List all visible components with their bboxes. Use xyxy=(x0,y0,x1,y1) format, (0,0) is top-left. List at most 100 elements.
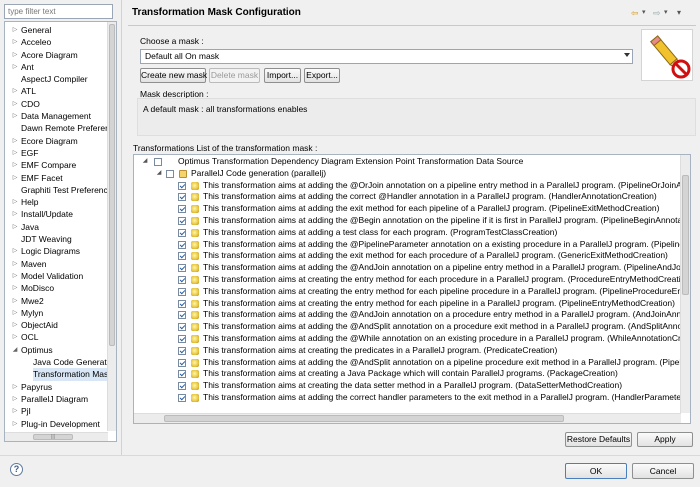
create-mask-button[interactable]: Create new mask xyxy=(140,68,207,83)
tree-item[interactable]: ▷ Help xyxy=(5,196,108,208)
transformation-checkbox[interactable] xyxy=(178,346,186,355)
list-horizontal-scroll-thumb[interactable] xyxy=(164,415,564,422)
tree-row-group[interactable]: ◢ ParallelJ Code generation (parallelj) xyxy=(134,168,681,180)
tree-item[interactable]: ◢ Optimus xyxy=(5,344,108,356)
tree-item[interactable]: ▷ EGF xyxy=(5,147,108,159)
expand-arrow-icon[interactable]: ▷ xyxy=(11,196,19,208)
ok-button[interactable]: OK xyxy=(565,463,627,479)
transformation-row[interactable]: This transformation aims at adding the e… xyxy=(134,203,681,215)
tree-item[interactable]: ▷ Ant xyxy=(5,61,108,73)
tree-item[interactable]: ▷ MoDisco xyxy=(5,282,108,294)
expand-arrow-icon[interactable]: ▷ xyxy=(11,405,19,417)
transformation-checkbox[interactable] xyxy=(178,264,186,273)
transformation-row[interactable]: This transformation aims at adding the @… xyxy=(134,215,681,227)
transformation-checkbox[interactable] xyxy=(178,358,186,367)
tree-item[interactable]: Transformation Mask xyxy=(5,368,108,381)
transformation-row[interactable]: This transformation aims at adding the c… xyxy=(134,392,681,404)
tree-item[interactable]: ▷ ObjectAid xyxy=(5,319,108,331)
transformation-row[interactable]: This transformation aims at adding the e… xyxy=(134,250,681,262)
expand-arrow-icon[interactable]: ▷ xyxy=(11,331,19,343)
transformation-checkbox[interactable] xyxy=(178,205,186,214)
view-menu-icon[interactable]: ▾ xyxy=(677,6,681,20)
expand-arrow-icon[interactable]: ▷ xyxy=(11,282,19,294)
tree-vertical-scrollbar[interactable] xyxy=(107,22,116,431)
filter-input[interactable] xyxy=(4,4,113,19)
list-vertical-scrollbar[interactable] xyxy=(680,155,690,413)
collapse-arrow-icon[interactable]: ◢ xyxy=(155,168,163,180)
transformation-checkbox[interactable] xyxy=(178,287,186,296)
transformation-row[interactable]: This transformation aims at creating the… xyxy=(134,298,681,310)
tree-item[interactable]: ▷ EMF Facet xyxy=(5,172,108,184)
transformation-checkbox[interactable] xyxy=(178,311,186,320)
transformation-row[interactable]: This transformation aims at adding the @… xyxy=(134,357,681,369)
expand-arrow-icon[interactable]: ▷ xyxy=(11,270,19,282)
transformation-checkbox[interactable] xyxy=(178,299,186,308)
expand-arrow-icon[interactable]: ▷ xyxy=(11,98,19,110)
transformation-row[interactable]: This transformation aims at adding the @… xyxy=(134,333,681,345)
tree-item[interactable]: ▷ Acceleo xyxy=(5,36,108,48)
tree-horizontal-scrollbar[interactable]: ||| xyxy=(5,432,108,441)
tree-item[interactable]: Dawn Remote Preference xyxy=(5,122,108,134)
tree-item[interactable]: ▷ Install/Update xyxy=(5,208,108,220)
tree-item[interactable]: ▷ CDO xyxy=(5,98,108,110)
help-icon[interactable]: ? xyxy=(10,463,23,476)
tree-item[interactable]: ▷ OCL xyxy=(5,331,108,343)
transformation-row[interactable]: This transformation aims at creating a J… xyxy=(134,368,681,380)
tree-horizontal-scroll-thumb[interactable]: ||| xyxy=(33,434,73,440)
forward-menu-icon[interactable]: ▾ xyxy=(664,6,668,20)
back-arrow-icon[interactable]: ⇦ xyxy=(631,6,639,20)
expand-arrow-icon[interactable]: ▷ xyxy=(11,61,19,73)
tree-item[interactable]: ▷ Papyrus xyxy=(5,381,108,393)
expand-arrow-icon[interactable]: ▷ xyxy=(11,208,19,220)
tree-row-root[interactable]: ◢ Optimus Transformation Dependency Diag… xyxy=(134,156,681,168)
transformation-checkbox[interactable] xyxy=(178,275,186,284)
transformation-row[interactable]: This transformation aims at creating the… xyxy=(134,380,681,392)
transformation-checkbox[interactable] xyxy=(178,382,186,391)
transformation-row[interactable]: This transformation aims at creating the… xyxy=(134,345,681,357)
expand-arrow-icon[interactable]: ▷ xyxy=(11,221,19,233)
tree-item[interactable]: ▷ PjI xyxy=(5,405,108,417)
tree-item[interactable]: ▷ EMF Compare xyxy=(5,159,108,171)
tree-item[interactable]: ▷ General xyxy=(5,24,108,36)
group-checkbox[interactable] xyxy=(166,169,174,178)
transformation-checkbox[interactable] xyxy=(178,181,186,190)
expand-arrow-icon[interactable]: ▷ xyxy=(11,393,19,405)
tree-item[interactable]: Java Code Generation xyxy=(5,356,108,368)
expand-arrow-icon[interactable]: ▷ xyxy=(11,307,19,319)
expand-arrow-icon[interactable]: ▷ xyxy=(11,24,19,36)
expand-arrow-icon[interactable]: ▷ xyxy=(11,147,19,159)
restore-defaults-button[interactable]: Restore Defaults xyxy=(565,432,632,447)
expanded-arrow-icon[interactable]: ◢ xyxy=(11,344,19,356)
transformation-checkbox[interactable] xyxy=(178,240,186,249)
transformation-row[interactable]: This transformation aims at adding the @… xyxy=(134,262,681,274)
transformation-row[interactable]: This transformation aims at adding a tes… xyxy=(134,227,681,239)
expand-arrow-icon[interactable]: ▷ xyxy=(11,110,19,122)
root-checkbox[interactable] xyxy=(154,158,162,166)
list-vertical-scroll-thumb[interactable] xyxy=(682,175,689,295)
expand-arrow-icon[interactable]: ▷ xyxy=(11,295,19,307)
transformation-checkbox[interactable] xyxy=(178,228,186,237)
list-horizontal-scrollbar[interactable] xyxy=(134,413,681,423)
collapse-arrow-icon[interactable]: ◢ xyxy=(141,156,149,168)
transformation-row[interactable]: This transformation aims at creating the… xyxy=(134,286,681,298)
transformation-row[interactable]: This transformation aims at adding the @… xyxy=(134,309,681,321)
tree-item[interactable]: ▷ Mwe2 xyxy=(5,295,108,307)
expand-arrow-icon[interactable]: ▷ xyxy=(11,36,19,48)
tree-item[interactable]: AspectJ Compiler xyxy=(5,73,108,85)
mask-select[interactable]: Default all On mask xyxy=(140,49,633,64)
tree-item[interactable]: JDT Weaving xyxy=(5,233,108,245)
tree-item[interactable]: ▷ Ecore Diagram xyxy=(5,135,108,147)
transformation-row[interactable]: This transformation aims at adding the @… xyxy=(134,321,681,333)
expand-arrow-icon[interactable]: ▷ xyxy=(11,85,19,97)
transformation-row[interactable]: This transformation aims at adding the @… xyxy=(134,239,681,251)
expand-arrow-icon[interactable]: ▷ xyxy=(11,135,19,147)
tree-item[interactable]: ▷ Java xyxy=(5,221,108,233)
tree-vertical-scroll-thumb[interactable] xyxy=(109,24,115,346)
transformation-checkbox[interactable] xyxy=(178,393,186,402)
transformation-checkbox[interactable] xyxy=(178,334,186,343)
expand-arrow-icon[interactable]: ▷ xyxy=(11,319,19,331)
import-button[interactable]: Import... xyxy=(264,68,301,83)
transformation-checkbox[interactable] xyxy=(178,370,186,379)
tree-item[interactable]: ▷ Maven xyxy=(5,258,108,270)
cancel-button[interactable]: Cancel xyxy=(632,463,694,479)
